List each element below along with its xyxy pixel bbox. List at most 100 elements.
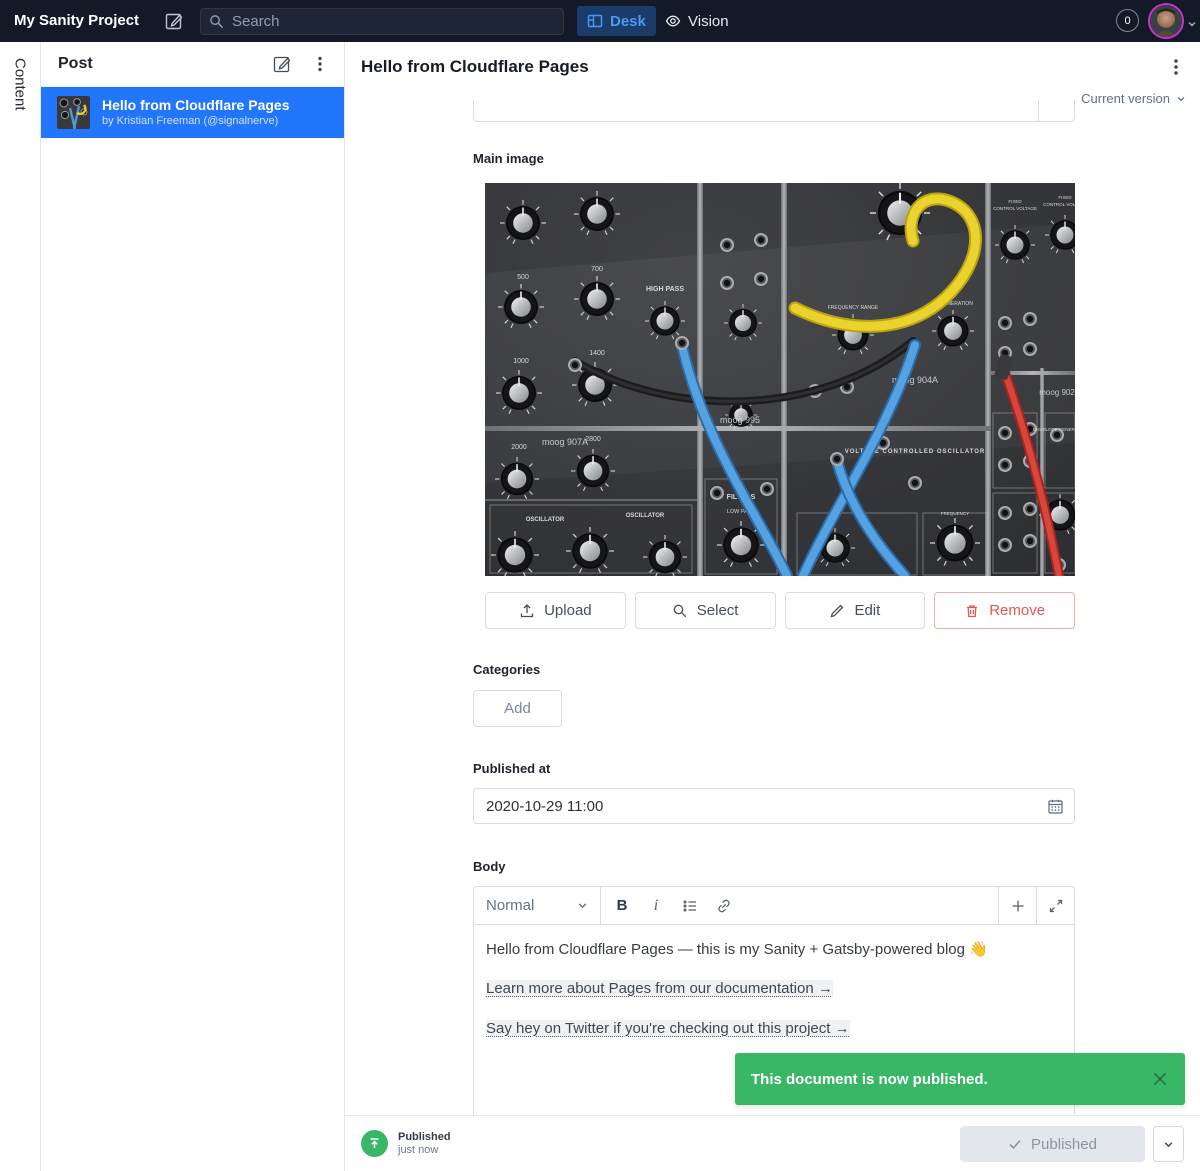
plus-icon: [1010, 898, 1026, 914]
categories-label: Categories: [473, 662, 540, 677]
new-document-icon[interactable]: [164, 11, 184, 31]
search-icon: [209, 14, 224, 29]
chevron-down-icon: [577, 900, 588, 911]
svg-text:1400: 1400: [589, 350, 605, 357]
eye-icon: [665, 13, 681, 29]
svg-text:ENVELOPE GENERATOR: ENVELOPE GENERATOR: [1033, 427, 1075, 432]
tab-desk[interactable]: Desk: [577, 6, 656, 36]
italic-button[interactable]: i: [643, 893, 669, 919]
list-item-title: Hello from Cloudflare Pages: [102, 97, 289, 115]
published-at-field: [473, 788, 1075, 824]
upload-icon: [519, 603, 535, 619]
publish-status-time: just now: [398, 1144, 451, 1156]
svg-text:CONTROL VOLTAGE: CONTROL VOLTAGE: [993, 206, 1037, 211]
publish-toast: This document is now published.: [735, 1053, 1185, 1105]
close-icon[interactable]: [1151, 1070, 1169, 1088]
published-status-icon: [361, 1130, 388, 1157]
avatar-chevron-down-icon[interactable]: [1187, 16, 1197, 26]
svg-text:moog 902: moog 902: [1039, 388, 1075, 397]
svg-text:HIGH PASS: HIGH PASS: [646, 286, 684, 293]
toast-message: This document is now published.: [751, 1071, 1151, 1088]
document-editor-pane: Hello from Cloudflare Pages Current vers…: [345, 42, 1200, 1171]
svg-text:1000: 1000: [513, 358, 529, 365]
body-toolbar: Normal B i: [474, 887, 1074, 925]
tab-vision-label: Vision: [688, 13, 729, 30]
image-actions: Upload Select Edit Remove: [485, 592, 1075, 629]
link-icon: [716, 898, 732, 914]
edit-button[interactable]: Edit: [785, 592, 926, 629]
bullet-list-icon: [682, 898, 698, 914]
publish-status: Published just now: [361, 1130, 451, 1157]
svg-text:moog 907A: moog 907A: [542, 437, 588, 447]
tab-vision[interactable]: Vision: [655, 6, 739, 36]
svg-text:OSCILLATOR: OSCILLATOR: [626, 513, 665, 519]
workspace: Content Post: [0, 42, 1200, 1171]
body-paragraph[interactable]: Hello from Cloudflare Pages — this is my…: [486, 940, 1062, 960]
expand-icon: [1048, 898, 1064, 914]
list-pane-title: Post: [58, 55, 254, 73]
list-pane-header: Post: [41, 42, 344, 87]
fullscreen-button[interactable]: [1036, 887, 1074, 924]
list-item[interactable]: Hello from Cloudflare Pages by Kristian …: [41, 87, 344, 138]
svg-text:FREQUENCY: FREQUENCY: [941, 511, 969, 516]
svg-text:CONTROL VOLTAGE: CONTROL VOLTAGE: [1043, 202, 1075, 207]
document-title: Hello from Cloudflare Pages: [361, 57, 589, 77]
version-selector[interactable]: Current version: [1081, 91, 1186, 106]
list-item-thumbnail: [57, 96, 90, 129]
remove-button[interactable]: Remove: [934, 592, 1075, 629]
select-button[interactable]: Select: [635, 592, 776, 629]
svg-text:moog 995: moog 995: [720, 415, 760, 425]
pencil-icon: [829, 603, 845, 619]
upload-button[interactable]: Upload: [485, 592, 626, 629]
bold-button[interactable]: B: [609, 893, 635, 919]
search-icon: [672, 603, 688, 619]
body-text-area[interactable]: Hello from Cloudflare Pages — this is my…: [474, 925, 1074, 1073]
truncated-field[interactable]: [473, 100, 1075, 122]
add-category-button[interactable]: Add: [473, 690, 562, 727]
svg-text:700: 700: [591, 266, 603, 273]
content-tab-label[interactable]: Content: [12, 58, 29, 111]
publish-button[interactable]: Published: [960, 1126, 1145, 1162]
tab-desk-label: Desk: [610, 13, 646, 30]
avatar[interactable]: [1148, 3, 1184, 39]
editor-footer: Published just now Published: [345, 1115, 1200, 1171]
published-at-label: Published at: [473, 761, 550, 776]
list-item-text: Hello from Cloudflare Pages by Kristian …: [102, 97, 289, 129]
notification-badge[interactable]: 0: [1116, 9, 1139, 32]
search-bar[interactable]: [200, 8, 564, 35]
svg-text:500: 500: [517, 274, 529, 281]
body-label: Body: [473, 859, 506, 874]
project-title: My Sanity Project: [14, 12, 139, 29]
main-image-label: Main image: [473, 151, 544, 166]
svg-text:OSCILLATOR: OSCILLATOR: [526, 517, 565, 523]
published-at-input[interactable]: [474, 798, 1047, 815]
bullet-list-button[interactable]: [677, 893, 703, 919]
chevron-down-icon: [1176, 94, 1186, 104]
trash-icon: [964, 603, 980, 619]
content-tab-strip[interactable]: Content: [0, 42, 41, 1171]
list-item-subtitle: by Kristian Freeman (@signalnerve): [102, 114, 289, 128]
create-document-icon[interactable]: [272, 54, 292, 74]
version-label: Current version: [1081, 91, 1170, 106]
svg-text:FIXED: FIXED: [1058, 195, 1072, 200]
main-image-preview[interactable]: 500 700 1000 1400 2000 2800 HIGH PASS mo…: [485, 183, 1075, 576]
document-menu-icon[interactable]: [1165, 56, 1187, 78]
svg-text:2000: 2000: [511, 444, 527, 451]
list-menu-icon[interactable]: [310, 54, 330, 74]
link-button[interactable]: [711, 893, 737, 919]
text-style-selector[interactable]: Normal: [474, 887, 601, 924]
top-navbar: My Sanity Project Desk Vision 0: [0, 0, 1200, 42]
svg-text:FIXED: FIXED: [1008, 199, 1022, 204]
svg-text:FREQUENCY RANGE: FREQUENCY RANGE: [828, 305, 879, 311]
body-link-docs[interactable]: Learn more about Pages from our document…: [486, 980, 833, 997]
check-icon: [1008, 1137, 1022, 1151]
publish-menu-chevron[interactable]: [1153, 1126, 1184, 1162]
body-link-twitter[interactable]: Say hey on Twitter if you're checking ou…: [486, 1020, 850, 1037]
calendar-icon[interactable]: [1047, 798, 1064, 815]
insert-block-button[interactable]: [998, 887, 1036, 924]
chevron-down-icon: [1163, 1139, 1174, 1150]
publish-status-label: Published: [398, 1131, 451, 1143]
search-input[interactable]: [232, 13, 532, 30]
document-list-pane: Post Hello from Clou: [41, 42, 345, 1171]
desk-icon: [587, 13, 603, 29]
